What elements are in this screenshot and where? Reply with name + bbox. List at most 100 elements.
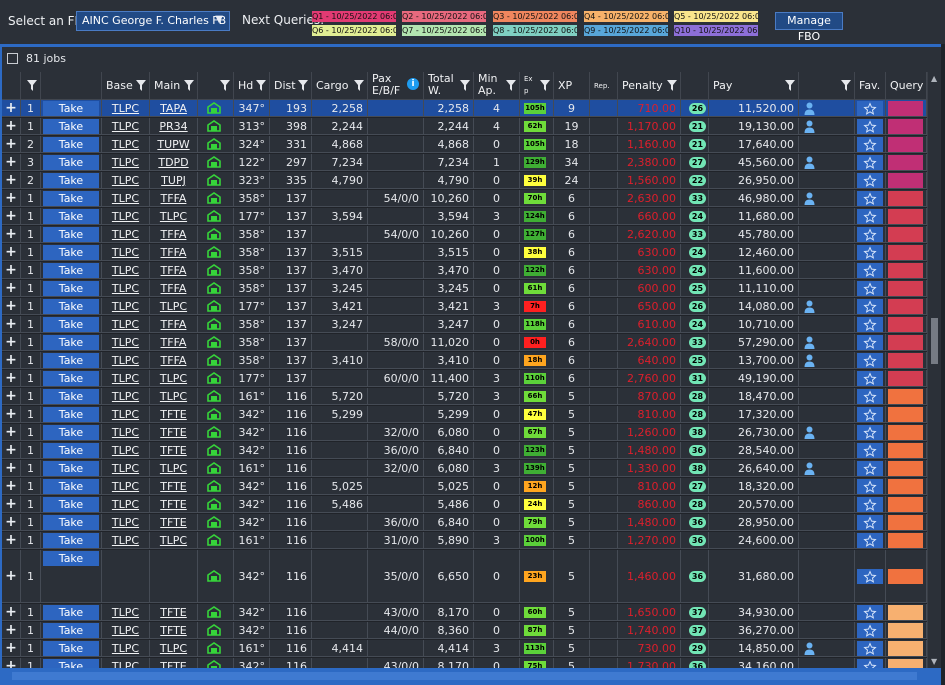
base-link[interactable]: TLPC: [112, 660, 139, 668]
plus-icon[interactable]: +: [5, 208, 17, 224]
table-row[interactable]: +1 Take TLPC TFFA 358° 137 54/0/0 10,260 0 127h 6 2…: [2, 226, 927, 243]
plus-icon[interactable]: +: [5, 478, 17, 494]
take-button[interactable]: Take: [43, 479, 99, 494]
table-row[interactable]: +1 Take TLPC TLPC 177° 137 60/0/0 11,400 3 110h 6 2…: [2, 370, 927, 387]
info-icon[interactable]: i: [407, 78, 419, 90]
base-link[interactable]: TLPC: [112, 642, 139, 655]
take-button[interactable]: Take: [43, 443, 99, 458]
expand-row-icon[interactable]: +: [2, 658, 21, 668]
favorite-button[interactable]: [857, 497, 883, 512]
favorite-button[interactable]: [857, 425, 883, 440]
main-link[interactable]: TUPW: [157, 138, 189, 151]
table-row[interactable]: +1 Take TLPC TFTE 342° 116 36/0/0 6,840 0 123h 5 1,…: [2, 442, 927, 459]
plus-icon[interactable]: +: [5, 280, 17, 296]
main-link[interactable]: TLPC: [160, 372, 187, 385]
hangar-icon[interactable]: [207, 534, 221, 546]
favorite-button[interactable]: [857, 335, 883, 350]
take-button[interactable]: Take: [43, 173, 99, 188]
base-link[interactable]: TLPC: [112, 318, 139, 331]
base-link[interactable]: TLPC: [112, 426, 139, 439]
plus-icon[interactable]: +: [5, 532, 17, 548]
main-link[interactable]: TLPC: [160, 534, 187, 547]
hangar-icon[interactable]: [207, 606, 221, 618]
expand-row-icon[interactable]: +: [2, 226, 21, 242]
query-chip-q8[interactable]: Q8 - 10/25/2022 06:07: [493, 25, 577, 36]
table-row[interactable]: +1 Take TLPC TFFA 358° 137 3,410 3,410 0 18h 6 640.…: [2, 352, 927, 369]
select-all-checkbox[interactable]: [7, 53, 18, 64]
table-row[interactable]: +1 Take TLPC TFTE 342° 116 44/0/0 8,360 0 87h 5 1,7…: [2, 622, 927, 639]
favorite-button[interactable]: [857, 101, 883, 116]
hangar-icon[interactable]: [207, 408, 221, 420]
plus-icon[interactable]: +: [5, 424, 17, 440]
hangar-icon[interactable]: [207, 660, 221, 668]
base-link[interactable]: TLPC: [112, 174, 139, 187]
expand-row-icon[interactable]: +: [2, 532, 21, 548]
expand-row-icon[interactable]: +: [2, 100, 21, 116]
expand-row-icon[interactable]: +: [2, 424, 21, 440]
query-chip-q4[interactable]: Q4 - 10/25/2022 06:07: [584, 11, 668, 22]
hangar-icon[interactable]: [207, 174, 221, 186]
header-query[interactable]: Query: [886, 72, 927, 100]
plus-icon[interactable]: +: [5, 172, 17, 188]
take-button[interactable]: Take: [43, 335, 99, 350]
hangar-icon[interactable]: [207, 300, 221, 312]
take-button[interactable]: Take: [43, 155, 99, 170]
plus-icon[interactable]: +: [5, 136, 17, 152]
main-link[interactable]: TLPC: [160, 390, 187, 403]
hangar-icon[interactable]: [207, 642, 221, 654]
expand-row-icon[interactable]: +: [2, 190, 21, 206]
plus-icon[interactable]: +: [5, 226, 17, 242]
expand-row-icon[interactable]: +: [2, 622, 21, 638]
query-chip-q10[interactable]: Q10 - 10/25/2022 06:07: [674, 25, 758, 36]
hangar-icon[interactable]: [207, 318, 221, 330]
take-button[interactable]: Take: [43, 551, 99, 566]
base-link[interactable]: TLPC: [112, 264, 139, 277]
main-link[interactable]: TFFA: [161, 246, 187, 259]
header-circ[interactable]: [681, 72, 709, 100]
take-button[interactable]: Take: [43, 533, 99, 548]
filter-icon[interactable]: [298, 80, 308, 91]
take-button[interactable]: Take: [43, 515, 99, 530]
main-link[interactable]: TFTE: [160, 660, 187, 668]
take-button[interactable]: Take: [43, 245, 99, 260]
take-button[interactable]: Take: [43, 137, 99, 152]
take-button[interactable]: Take: [43, 389, 99, 404]
table-row[interactable]: +1 Take 342° 116 35/0/0 6,650 0 23h 5 1,460.00 36 3…: [2, 550, 927, 603]
header-expand[interactable]: [2, 72, 21, 100]
table-row[interactable]: +1 Take TLPC TLPC 177° 137 3,421 3,421 3 7h 6 650.0…: [2, 298, 927, 315]
hangar-icon[interactable]: [207, 246, 221, 258]
base-link[interactable]: TLPC: [112, 498, 139, 511]
base-link[interactable]: TLPC: [112, 390, 139, 403]
pilot-icon[interactable]: [804, 192, 815, 205]
horizontal-scrollbar[interactable]: [2, 668, 941, 685]
filter-icon[interactable]: [136, 80, 146, 91]
favorite-button[interactable]: [857, 137, 883, 152]
pilot-icon[interactable]: [804, 300, 815, 313]
hangar-icon[interactable]: [207, 228, 221, 240]
header-pilot[interactable]: [799, 72, 855, 100]
take-button[interactable]: Take: [43, 497, 99, 512]
header-exp[interactable]: Ex p: [520, 72, 554, 100]
pilot-icon[interactable]: [804, 156, 815, 169]
expand-row-icon[interactable]: +: [2, 298, 21, 314]
favorite-button[interactable]: [857, 443, 883, 458]
main-link[interactable]: TDPD: [158, 156, 188, 169]
base-link[interactable]: TLPC: [112, 228, 139, 241]
hangar-icon[interactable]: [207, 192, 221, 204]
plus-icon[interactable]: +: [5, 316, 17, 332]
take-button[interactable]: Take: [43, 461, 99, 476]
table-row[interactable]: +1 Take TLPC TFFA 358° 137 3,470 3,470 0 122h 6 630…: [2, 262, 927, 279]
hangar-icon[interactable]: [207, 156, 221, 168]
expand-row-icon[interactable]: +: [2, 550, 21, 602]
table-row[interactable]: +1 Take TLPC TFTE 342° 116 43/0/0 8,170 0 75h 5 1,7…: [2, 658, 927, 668]
table-row[interactable]: +1 Take TLPC TLPC 161° 116 31/0/0 5,890 3 100h 5 1,…: [2, 532, 927, 549]
favorite-button[interactable]: [857, 605, 883, 620]
header-pax[interactable]: Pax E/B/F i: [368, 72, 424, 100]
plus-icon[interactable]: +: [5, 640, 17, 656]
filter-icon[interactable]: [354, 80, 364, 91]
scroll-up-icon[interactable]: ▲: [931, 74, 937, 83]
base-link[interactable]: TLPC: [112, 462, 139, 475]
table-row[interactable]: +1 Take TLPC TFFA 358° 137 3,247 3,247 0 118h 6 610…: [2, 316, 927, 333]
favorite-button[interactable]: [857, 623, 883, 638]
favorite-button[interactable]: [857, 389, 883, 404]
